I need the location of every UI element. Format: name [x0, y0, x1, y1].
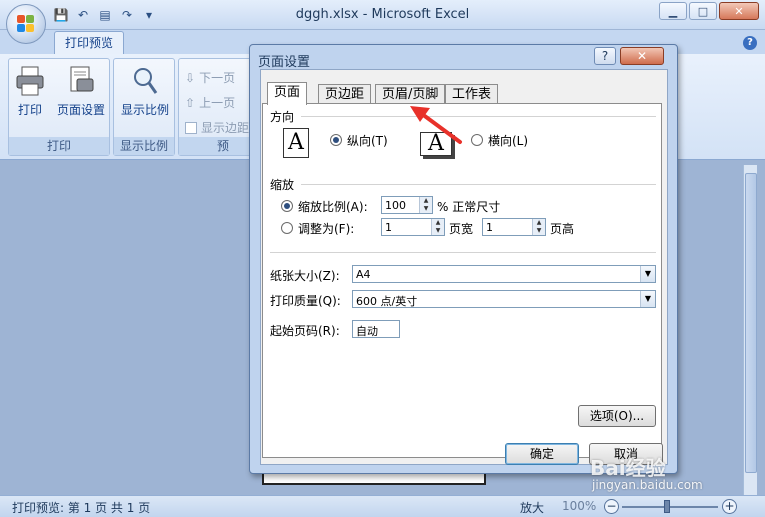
- print-quality-select[interactable]: 600 点/英寸 ▼: [352, 290, 656, 308]
- next-page-button[interactable]: ⇩ 下一页: [185, 69, 235, 86]
- ribbon-group-zoom: 显示比例 显示比例: [113, 58, 175, 156]
- zoom-button-label: 显示比例: [120, 103, 169, 117]
- zoom-label[interactable]: 放大: [520, 499, 544, 516]
- zoom-slider-thumb[interactable]: [664, 500, 670, 513]
- annotation-arrow-icon: [410, 106, 462, 144]
- print-quality-label: 打印质量(Q):: [270, 294, 341, 308]
- fit-to-label[interactable]: 调整为(F):: [298, 220, 354, 237]
- page-setup-button-label: 页面设置: [56, 103, 105, 117]
- tab-panel-page: 方向 A 纵向(T) A 横向(L) 缩放 缩放比例(A): 100 ▲ ▼ % …: [262, 103, 662, 458]
- options-button[interactable]: 选项(O)...: [578, 405, 656, 427]
- vertical-scrollbar[interactable]: [743, 165, 757, 495]
- scale-label[interactable]: 缩放比例(A):: [298, 198, 368, 215]
- portrait-radio[interactable]: [330, 134, 342, 146]
- first-page-number-label: 起始页码(R):: [270, 324, 340, 338]
- print-button[interactable]: 打印: [13, 65, 47, 118]
- pages-tall-label: 页高: [550, 222, 575, 236]
- pages-wide-label: 页宽: [449, 222, 474, 236]
- previous-page-label: 上一页: [199, 96, 236, 110]
- dropdown-arrow-icon[interactable]: ▼: [640, 266, 655, 282]
- pages-wide-stepper[interactable]: 1 ▲ ▼: [381, 218, 445, 236]
- zoom-button[interactable]: 显示比例: [118, 65, 172, 118]
- minimize-button[interactable]: ▁: [659, 2, 687, 20]
- checkbox-icon: [185, 121, 197, 134]
- tab-print-preview[interactable]: 打印预览: [54, 31, 124, 54]
- spin-arrows-icon[interactable]: ▲ ▼: [431, 219, 444, 235]
- status-text: 打印预览: 第 1 页 共 1 页: [12, 501, 151, 515]
- watermark-logo: Bai经验: [590, 456, 666, 480]
- zoom-out-button[interactable]: −: [604, 499, 619, 514]
- watermark-url: jingyan.baidu.com: [592, 478, 703, 492]
- status-bar: 打印预览: 第 1 页 共 1 页 放大 100% − +: [0, 495, 765, 517]
- help-icon[interactable]: ?: [743, 36, 757, 50]
- ok-button[interactable]: 确定: [505, 443, 579, 465]
- office-button[interactable]: [6, 4, 46, 44]
- zoom-level[interactable]: 100%: [562, 499, 596, 513]
- dialog-title: 页面设置: [258, 55, 311, 70]
- tab-margins[interactable]: 页边距: [318, 84, 372, 104]
- next-page-label: 下一页: [199, 71, 236, 85]
- paper-size-value[interactable]: A4: [356, 268, 371, 281]
- scrollbar-thumb[interactable]: [745, 173, 757, 473]
- window-title: dggh.xlsx - Microsoft Excel: [295, 7, 470, 22]
- printer-icon: [15, 65, 45, 97]
- fit-to-radio[interactable]: [281, 222, 293, 234]
- zoom-in-button[interactable]: +: [722, 499, 737, 514]
- next-page-icon: ⇩: [185, 70, 196, 85]
- close-button[interactable]: ✕: [719, 2, 759, 20]
- landscape-label[interactable]: 横向(L): [488, 132, 528, 149]
- show-margins-label: 显示边距: [201, 121, 250, 135]
- paper-size-label: 纸张大小(Z):: [270, 269, 340, 283]
- first-page-number-input[interactable]: 自动: [352, 320, 400, 338]
- ribbon-group-label: 显示比例: [114, 137, 174, 155]
- dialog-close-button[interactable]: ✕: [620, 47, 664, 65]
- scale-stepper[interactable]: 100 ▲ ▼: [381, 196, 433, 214]
- page-setup-icon: [66, 65, 96, 97]
- pages-tall-stepper[interactable]: 1 ▲ ▼: [482, 218, 546, 236]
- scale-unit-label: % 正常尺寸: [437, 200, 501, 214]
- portrait-page-icon: A: [283, 128, 309, 158]
- divider: [301, 184, 656, 185]
- print-quality-value[interactable]: 600 点/英寸: [356, 293, 417, 309]
- scale-radio[interactable]: [281, 200, 293, 212]
- previous-page-icon: ⇧: [185, 95, 196, 110]
- ribbon-group-label: 打印: [9, 137, 109, 155]
- dialog-help-button[interactable]: ?: [594, 47, 616, 65]
- spin-arrows-icon[interactable]: ▲ ▼: [419, 197, 432, 213]
- paper-size-select[interactable]: A4 ▼: [352, 265, 656, 283]
- scaling-heading: 缩放: [270, 178, 295, 192]
- window-controls: ▁ □ ✕: [659, 2, 759, 20]
- divider: [270, 252, 656, 253]
- pages-wide-value[interactable]: 1: [385, 221, 392, 234]
- title-bar: 💾 ↶ ▤ ↷ ▾ dggh.xlsx - Microsoft Excel ▁ …: [0, 0, 765, 30]
- office-logo-icon: [17, 15, 35, 33]
- divider: [301, 116, 656, 117]
- maximize-button[interactable]: □: [689, 2, 717, 20]
- show-margins-checkbox[interactable]: 显示边距: [185, 119, 249, 136]
- landscape-radio[interactable]: [471, 134, 483, 146]
- zoom-slider-track[interactable]: [622, 506, 718, 508]
- magnifier-icon: [130, 65, 160, 97]
- page-setup-button[interactable]: 页面设置: [53, 65, 109, 118]
- dropdown-arrow-icon[interactable]: ▼: [640, 291, 655, 307]
- spin-arrows-icon[interactable]: ▲ ▼: [532, 219, 545, 235]
- portrait-label[interactable]: 纵向(T): [347, 132, 388, 149]
- scale-value[interactable]: 100: [385, 199, 406, 212]
- previous-page-button[interactable]: ⇧ 上一页: [185, 94, 235, 111]
- orientation-heading: 方向: [270, 110, 295, 124]
- pages-tall-value[interactable]: 1: [486, 221, 493, 234]
- print-button-label: 打印: [17, 103, 42, 117]
- tab-page[interactable]: 页面: [267, 82, 308, 105]
- ribbon-group-print: 打印 页面设置 打印: [8, 58, 110, 156]
